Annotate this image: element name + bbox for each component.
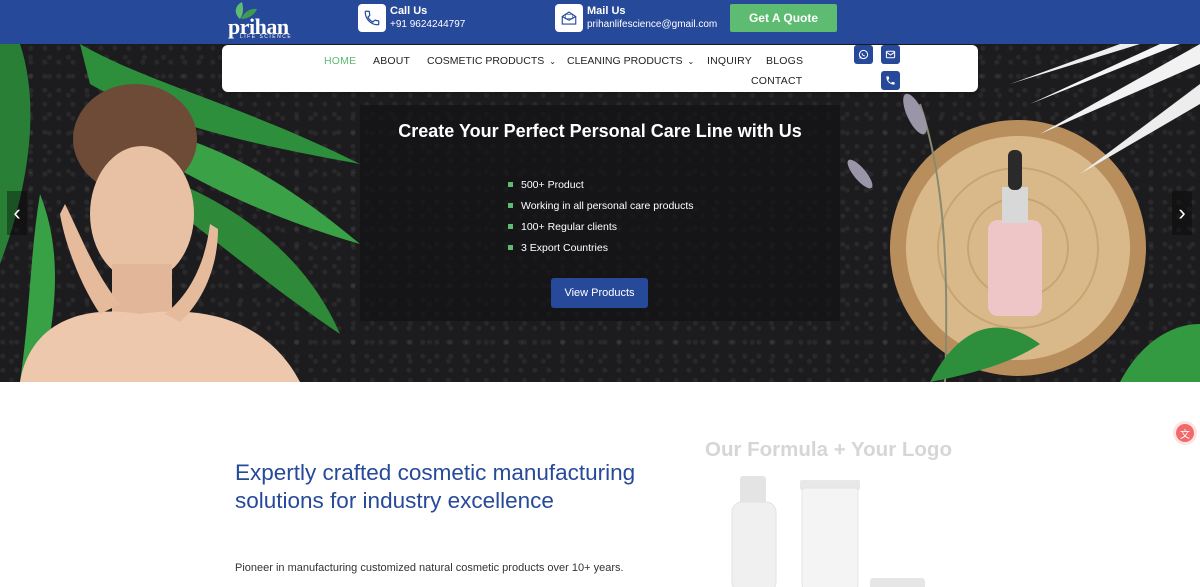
call-us-label: Call Us <box>390 5 428 17</box>
about-description: Pioneer in manufacturing customized natu… <box>235 562 624 574</box>
nav-blogs[interactable]: BLOGS <box>766 55 803 67</box>
nav-home[interactable]: HOME <box>324 55 356 67</box>
translate-icon[interactable]: 文 <box>1176 424 1194 442</box>
email-address[interactable]: prihanlifescience@gmail.com <box>587 18 717 32</box>
chevron-down-icon: ⌄ <box>549 57 556 66</box>
nav-cleaning-products-label: CLEANING PRODUCTS <box>567 55 683 67</box>
nav-inquiry[interactable]: INQUIRY <box>707 55 752 67</box>
hero-bullet: Working in all personal care products <box>508 200 694 221</box>
phone-icon[interactable] <box>881 71 900 90</box>
slider-next-arrow-icon[interactable]: › <box>1172 191 1192 235</box>
whatsapp-icon[interactable] <box>854 45 873 64</box>
nav-cosmetic-products[interactable]: COSMETIC PRODUCTS ⌄ <box>427 55 556 67</box>
slider-prev-arrow-icon[interactable]: ‹ <box>7 191 27 235</box>
nav-cosmetic-products-label: COSMETIC PRODUCTS <box>427 55 545 67</box>
chevron-down-icon: ⌄ <box>687 57 695 66</box>
top-bar: prihan LIFE SCIENCE Call Us +91 96242447… <box>0 0 1200 44</box>
nav-contact[interactable]: CONTACT <box>751 75 802 87</box>
hero-title: Create Your Perfect Personal Care Line w… <box>398 121 802 141</box>
hero-bullet: 100+ Regular clients <box>508 221 694 242</box>
logo[interactable]: prihan LIFE SCIENCE <box>226 0 296 42</box>
promo-title: Our Formula + Your Logo <box>705 438 952 461</box>
hero-bullet: 500+ Product <box>508 179 694 200</box>
phone-number[interactable]: +91 9624244797 <box>390 18 465 32</box>
nav-cleaning-products[interactable]: CLEANING PRODUCTS ⌄ <box>567 55 694 67</box>
get-a-quote-button[interactable]: Get A Quote <box>730 4 837 32</box>
envelope-icon <box>555 4 583 32</box>
view-products-button[interactable]: View Products <box>551 278 648 308</box>
brand-tagline: LIFE SCIENCE <box>240 34 293 40</box>
hero-content-box: Create Your Perfect Personal Care Line w… <box>360 105 840 321</box>
hero-bullet: 3 Export Countries <box>508 242 694 263</box>
mail-us-block[interactable]: Mail Us prihanlifescience@gmail.com <box>555 3 717 33</box>
mail-icon[interactable] <box>881 45 900 64</box>
hero-slider: Create Your Perfect Personal Care Line w… <box>0 44 1200 382</box>
mail-us-label: Mail Us <box>587 5 626 17</box>
hero-bullet-list: 500+ Product Working in all personal car… <box>508 179 694 263</box>
main-navigation: HOME ABOUT COSMETIC PRODUCTS ⌄ CLEANING P… <box>222 45 978 92</box>
phone-icon <box>358 4 386 32</box>
about-heading: Expertly crafted cosmetic manufacturing … <box>235 460 636 513</box>
call-us-block[interactable]: Call Us +91 9624244797 <box>358 3 465 33</box>
product-bottles-image <box>731 476 925 587</box>
nav-about[interactable]: ABOUT <box>373 55 410 67</box>
